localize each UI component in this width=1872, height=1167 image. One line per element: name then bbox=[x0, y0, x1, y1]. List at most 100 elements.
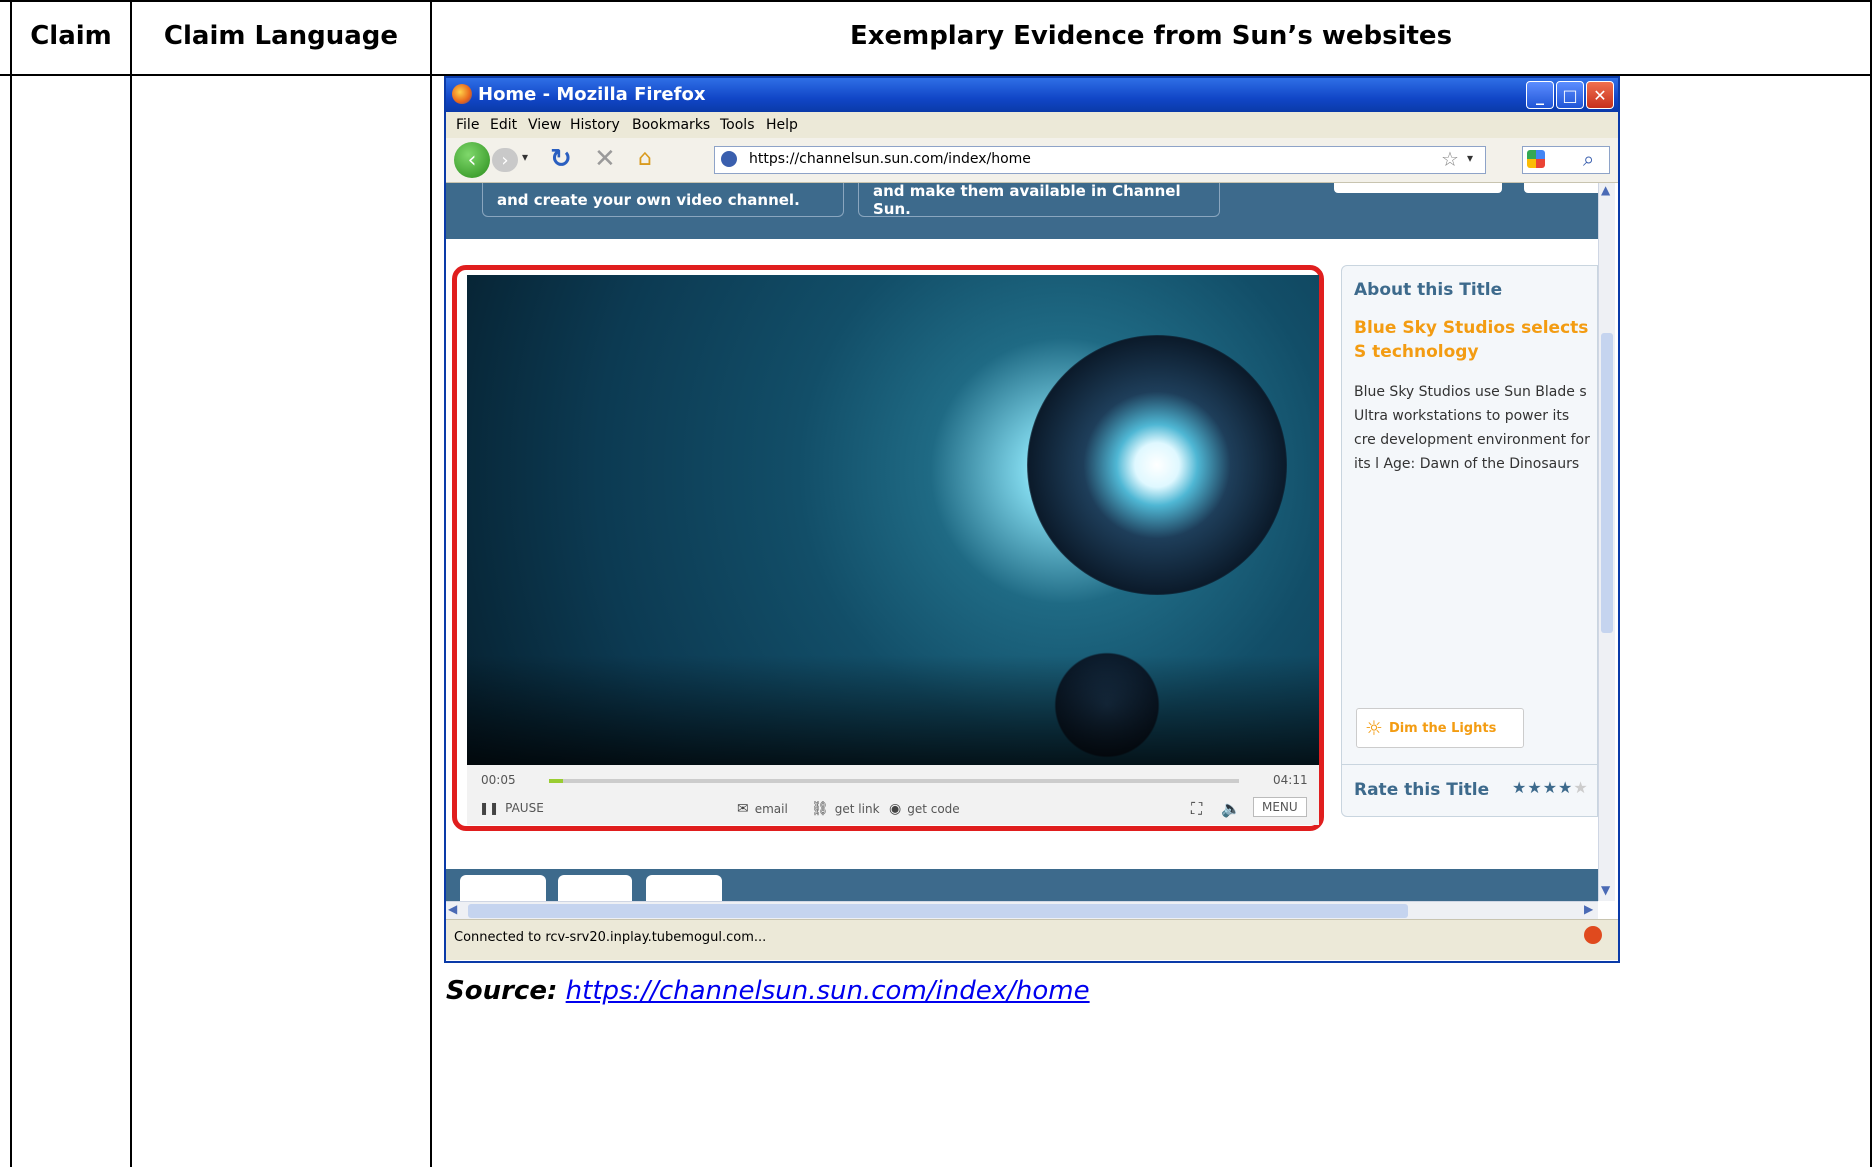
vertical-scroll-thumb[interactable] bbox=[1601, 333, 1613, 633]
rating-star-icon[interactable]: ★ bbox=[1543, 778, 1558, 797]
about-panel: About this Title Blue Sky Studios select… bbox=[1341, 265, 1598, 817]
banner-button-2[interactable] bbox=[1524, 183, 1598, 193]
dim-lights-button[interactable]: ☼ Dim the Lights bbox=[1356, 708, 1524, 748]
video-shadow bbox=[467, 655, 1319, 765]
vertical-scrollbar[interactable]: ▲ ▼ bbox=[1598, 183, 1615, 901]
search-icon[interactable]: ⌕ bbox=[1583, 147, 1594, 171]
rate-label: Rate this Title bbox=[1354, 780, 1490, 800]
reload-icon[interactable]: ↻ bbox=[550, 144, 572, 174]
source-label: Source: bbox=[446, 976, 558, 1006]
window-title: Home - Mozilla Firefox bbox=[478, 84, 706, 105]
time-current: 00:05 bbox=[481, 773, 516, 787]
menu-history[interactable]: History bbox=[570, 117, 620, 133]
window-titlebar: Home - Mozilla Firefox _ □ ✕ bbox=[446, 78, 1618, 112]
header-claim: Claim bbox=[30, 21, 112, 51]
menu-tools[interactable]: Tools bbox=[720, 117, 755, 133]
pause-button[interactable]: ❚❚ PAUSE bbox=[479, 801, 544, 815]
bookmark-star-icon[interactable]: ☆ bbox=[1441, 147, 1459, 171]
header-evidence: Exemplary Evidence from Sun’s websites bbox=[849, 21, 1453, 51]
maximize-button[interactable]: □ bbox=[1556, 81, 1584, 109]
fullscreen-icon[interactable]: ⛶ bbox=[1191, 799, 1202, 819]
horizontal-scrollbar[interactable]: ◀ ▶ bbox=[446, 901, 1598, 920]
source-caption: Source: https://channelsun.sun.com/index… bbox=[446, 976, 1090, 1006]
video-frame[interactable] bbox=[467, 275, 1319, 765]
dim-lights-label: Dim the Lights bbox=[1388, 720, 1497, 736]
get-code-button[interactable]: ◉ get code bbox=[889, 801, 960, 817]
menu-bookmarks[interactable]: Bookmarks bbox=[632, 117, 710, 133]
banner-right-text: and make them available in Channel Sun. bbox=[873, 183, 1181, 218]
about-title[interactable]: Blue Sky Studios selects S technology bbox=[1354, 316, 1598, 364]
firefox-icon bbox=[452, 84, 472, 104]
header-claim-language: Claim Language bbox=[163, 21, 399, 51]
url-dropdown-icon[interactable]: ▾ bbox=[1467, 151, 1473, 165]
scroll-left-icon[interactable]: ◀ bbox=[448, 902, 457, 916]
rating-stars[interactable]: ★★★★★ bbox=[1512, 778, 1589, 797]
menu-bar: File Edit View History Bookmarks Tools H… bbox=[446, 112, 1618, 138]
banner-left-text: and create your own video channel. bbox=[497, 190, 800, 209]
highlighted-video-player: 00:05 04:11 ❚❚ PAUSE ✉ email ⛓ get link ◉ ge… bbox=[452, 265, 1324, 831]
volume-icon[interactable]: 🔈 bbox=[1221, 799, 1241, 818]
time-total: 04:11 bbox=[1273, 773, 1308, 787]
scroll-down-icon[interactable]: ▼ bbox=[1601, 883, 1610, 897]
bottom-tab-3[interactable] bbox=[646, 875, 722, 901]
rate-divider bbox=[1342, 764, 1597, 765]
firefox-window: Home - Mozilla Firefox _ □ ✕ File Edit V… bbox=[444, 76, 1620, 963]
code-icon: ◉ bbox=[889, 801, 902, 817]
menu-button[interactable]: MENU bbox=[1253, 797, 1307, 817]
banner-button-1[interactable] bbox=[1334, 183, 1502, 193]
bottom-banner bbox=[446, 869, 1598, 901]
horizontal-scroll-thumb[interactable] bbox=[468, 904, 1408, 918]
url-text: https://channelsun.sun.com/index/home bbox=[749, 151, 1031, 167]
projector-lens bbox=[1027, 335, 1287, 595]
close-button[interactable]: ✕ bbox=[1586, 81, 1614, 109]
menu-help[interactable]: Help bbox=[766, 117, 798, 133]
pause-label: PAUSE bbox=[505, 801, 544, 815]
rating-star-icon[interactable]: ★ bbox=[1558, 778, 1573, 797]
sun-icon: ☼ bbox=[1365, 716, 1383, 740]
promo-banner: and create your own video channel. and m… bbox=[446, 183, 1598, 239]
table-divider-2 bbox=[430, 0, 432, 1167]
banner-box-right[interactable]: and make them available in Channel Sun. bbox=[858, 183, 1220, 218]
get-code-label: get code bbox=[907, 802, 960, 816]
home-icon[interactable]: ⌂ bbox=[638, 146, 652, 171]
menu-view[interactable]: View bbox=[528, 117, 561, 133]
rating-star-icon[interactable]: ★ bbox=[1512, 778, 1527, 797]
search-box[interactable]: ⌕ bbox=[1522, 146, 1610, 174]
scroll-up-icon[interactable]: ▲ bbox=[1601, 183, 1610, 197]
progress-fill bbox=[549, 779, 563, 783]
bottom-tab-2[interactable] bbox=[558, 875, 632, 901]
source-link[interactable]: https://channelsun.sun.com/index/home bbox=[566, 976, 1090, 1006]
envelope-icon: ✉ bbox=[737, 801, 749, 817]
page-content: and create your own video channel. and m… bbox=[446, 183, 1598, 901]
menu-edit[interactable]: Edit bbox=[490, 117, 517, 133]
about-heading: About this Title bbox=[1354, 280, 1503, 300]
url-bar[interactable]: https://channelsun.sun.com/index/home ☆ … bbox=[714, 146, 1486, 174]
back-button[interactable]: ‹ bbox=[454, 142, 490, 178]
rating-star-icon[interactable]: ★ bbox=[1573, 778, 1588, 797]
link-icon: ⛓ bbox=[811, 801, 829, 817]
table-divider-1 bbox=[130, 0, 132, 1167]
email-button[interactable]: ✉ email bbox=[737, 801, 788, 817]
stop-icon[interactable]: ✕ bbox=[594, 144, 616, 174]
rating-star-icon[interactable]: ★ bbox=[1527, 778, 1542, 797]
email-label: email bbox=[754, 802, 788, 816]
scroll-right-icon[interactable]: ▶ bbox=[1584, 902, 1593, 916]
table-border-left bbox=[10, 0, 12, 1167]
minimize-button[interactable]: _ bbox=[1526, 81, 1554, 109]
site-identity-icon[interactable] bbox=[721, 151, 737, 167]
history-dropdown-icon[interactable]: ▾ bbox=[522, 150, 528, 164]
menu-file[interactable]: File bbox=[456, 117, 479, 133]
search-engine-icon[interactable] bbox=[1527, 150, 1545, 168]
forward-button[interactable]: › bbox=[492, 148, 518, 172]
status-alert-icon[interactable] bbox=[1584, 926, 1602, 944]
bottom-tab-1[interactable] bbox=[460, 875, 546, 901]
status-bar: Connected to rcv-srv20.inplay.tubemogul.… bbox=[446, 919, 1618, 960]
about-description: Blue Sky Studios use Sun Blade s Ultra w… bbox=[1354, 384, 1590, 472]
pause-icon: ❚❚ bbox=[479, 801, 500, 815]
progress-track[interactable] bbox=[549, 779, 1239, 783]
navigation-toolbar: ‹ › ▾ ↻ ✕ ⌂ https://channelsun.sun.com/i… bbox=[446, 138, 1618, 183]
banner-box-left[interactable]: and create your own video channel. bbox=[482, 183, 844, 217]
get-link-label: get link bbox=[834, 802, 880, 816]
status-text: Connected to rcv-srv20.inplay.tubemogul.… bbox=[454, 930, 767, 945]
get-link-button[interactable]: ⛓ get link bbox=[811, 801, 880, 817]
